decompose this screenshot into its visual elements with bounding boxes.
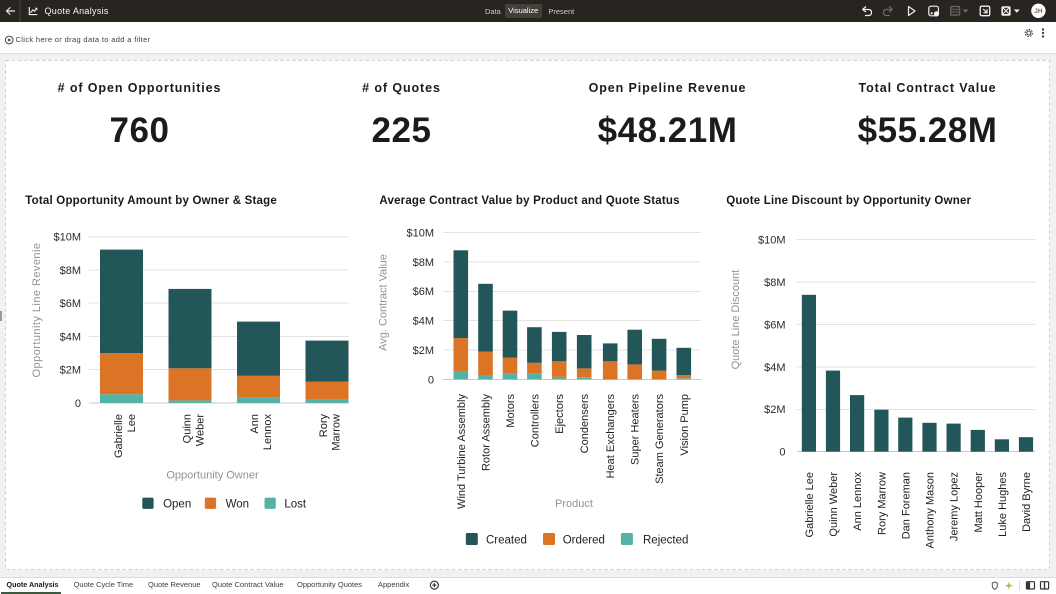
svg-text:Won: Won xyxy=(226,498,249,510)
svg-text:Luke Hughes: Luke Hughes xyxy=(997,472,1009,537)
svg-text:Weber: Weber xyxy=(195,414,207,447)
svg-text:0: 0 xyxy=(779,447,785,459)
svg-text:Ejectors: Ejectors xyxy=(554,394,566,434)
svg-text:Lost: Lost xyxy=(284,498,307,510)
svg-text:Gabrielle: Gabrielle xyxy=(113,414,125,458)
svg-text:$6M: $6M xyxy=(764,319,785,331)
svg-text:Opportunity Owner: Opportunity Owner xyxy=(166,470,259,482)
svg-text:Lennox: Lennox xyxy=(262,414,274,451)
svg-text:Motors: Motors xyxy=(505,394,517,428)
svg-text:Lee: Lee xyxy=(126,414,138,432)
svg-text:Rejected: Rejected xyxy=(643,534,688,546)
svg-text:$2M: $2M xyxy=(764,404,785,416)
svg-text:Jeremy Lopez: Jeremy Lopez xyxy=(949,472,961,541)
svg-text:$8M: $8M xyxy=(60,265,81,277)
svg-text:Condensers: Condensers xyxy=(579,394,591,454)
svg-text:Opportunity Line Revenie: Opportunity Line Revenie xyxy=(31,243,43,378)
svg-text:Total Opportunity Amount by Ow: Total Opportunity Amount by Owner & Stag… xyxy=(25,195,277,207)
svg-text:David Byrne: David Byrne xyxy=(1021,472,1033,532)
svg-text:Quinn Weber: Quinn Weber xyxy=(828,472,840,537)
svg-text:Wind Turbine Assembly: Wind Turbine Assembly xyxy=(456,394,468,509)
svg-text:Ann Lennox: Ann Lennox xyxy=(852,472,864,531)
svg-text:Marrow: Marrow xyxy=(331,414,343,451)
svg-text:Dan Foreman: Dan Foreman xyxy=(900,472,912,539)
svg-text:0: 0 xyxy=(428,374,434,386)
svg-text:Created: Created xyxy=(486,534,527,546)
svg-text:$2M: $2M xyxy=(60,365,81,377)
svg-text:$8M: $8M xyxy=(413,257,434,269)
svg-text:$4M: $4M xyxy=(764,362,785,374)
svg-text:$8M: $8M xyxy=(764,277,785,289)
svg-text:Steam Generators: Steam Generators xyxy=(654,394,666,484)
svg-text:$4M: $4M xyxy=(60,331,81,343)
svg-text:$10M: $10M xyxy=(53,232,81,244)
svg-text:$2M: $2M xyxy=(413,345,434,357)
svg-text:Ann: Ann xyxy=(249,414,261,434)
svg-text:Anthony Mason: Anthony Mason xyxy=(925,472,937,548)
svg-text:Rory: Rory xyxy=(318,414,330,438)
svg-text:Vision Pump: Vision Pump xyxy=(679,394,691,456)
svg-text:Quote Line Discount by Opportu: Quote Line Discount by Opportunity Owner xyxy=(726,195,971,207)
svg-text:Ordered: Ordered xyxy=(563,534,605,546)
svg-text:Matt Hooper: Matt Hooper xyxy=(973,472,985,533)
svg-text:$6M: $6M xyxy=(60,298,81,310)
svg-text:Heat Exchangers: Heat Exchangers xyxy=(605,394,617,479)
svg-text:Quote Line Discount: Quote Line Discount xyxy=(730,270,742,370)
svg-text:Gabrielle Lee: Gabrielle Lee xyxy=(804,472,816,537)
svg-text:Quinn: Quinn xyxy=(182,414,194,443)
svg-text:Avg. Contract Value: Avg. Contract Value xyxy=(378,254,390,351)
svg-text:Super Heaters: Super Heaters xyxy=(630,394,642,465)
svg-text:Open: Open xyxy=(163,498,191,510)
svg-text:Average Contract Value by Prod: Average Contract Value by Product and Qu… xyxy=(379,195,679,207)
svg-text:0: 0 xyxy=(75,398,81,410)
svg-text:$10M: $10M xyxy=(758,235,786,247)
svg-text:$6M: $6M xyxy=(413,286,434,298)
svg-text:Rory Marrow: Rory Marrow xyxy=(876,472,888,535)
svg-text:$10M: $10M xyxy=(406,227,434,239)
svg-text:Controllers: Controllers xyxy=(529,394,541,448)
svg-text:$4M: $4M xyxy=(413,316,434,328)
svg-text:Product: Product xyxy=(555,498,593,510)
svg-text:Rotor Assembly: Rotor Assembly xyxy=(481,394,493,472)
